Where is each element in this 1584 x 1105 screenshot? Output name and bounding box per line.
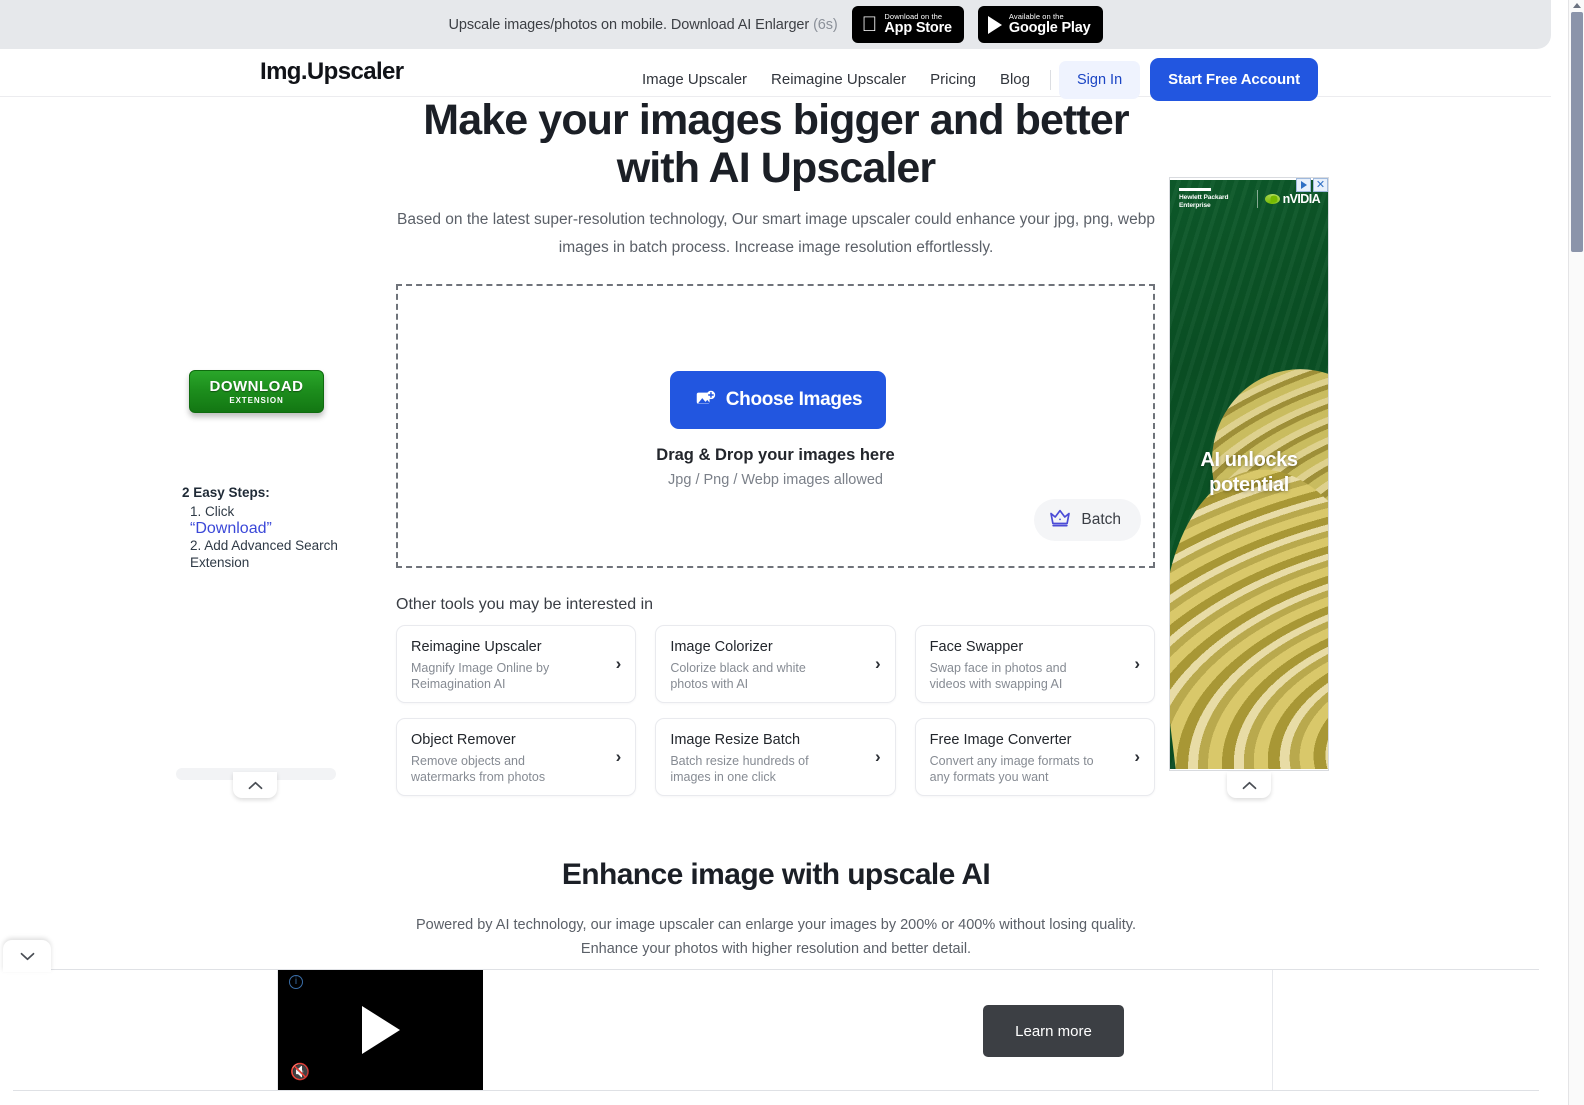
tool-desc: Remove objects and watermarks from photo… — [411, 754, 546, 784]
choose-images-button[interactable]: Choose Images — [670, 371, 886, 429]
step-1-text: 1. Click — [190, 504, 235, 519]
tool-card-image-colorizer[interactable]: Image Colorizer Colorize black and white… — [655, 625, 896, 703]
start-free-account-button[interactable]: Start Free Account — [1150, 58, 1318, 101]
page-subtitle: Based on the latest super-resolution tec… — [397, 211, 1155, 256]
right-ad-controls: ✕ — [1296, 178, 1328, 192]
close-icon[interactable]: ✕ — [1313, 178, 1328, 192]
extension-steps: 2 Easy Steps: 1. Click “Download” 2. Add… — [182, 484, 352, 571]
app-store-big: App Store — [876, 19, 952, 36]
google-play-icon — [987, 15, 1002, 34]
tool-desc: Colorize black and white photos with AI — [670, 661, 806, 691]
right-ad-creative[interactable]: Hewlett Packard Enterprise nVIDIA AI unl… — [1170, 180, 1328, 769]
tool-desc: Swap face in photos and videos with swap… — [929, 661, 1067, 691]
tool-card-image-resize-batch[interactable]: Image Resize Batch Batch resize hundreds… — [655, 718, 896, 796]
tool-desc: Magnify Image Online by Reimagination AI — [411, 661, 550, 691]
choose-images-label: Choose Images — [725, 389, 863, 410]
collapse-left-ad-button[interactable] — [233, 772, 277, 798]
nav-item-pricing[interactable]: Pricing — [918, 65, 988, 95]
other-tools-heading: Other tools you may be interested in — [396, 596, 654, 613]
step-1: 1. Click “Download” — [182, 503, 352, 537]
download-extension-button[interactable]: DOWNLOAD EXTENSION — [189, 370, 324, 413]
batch-label: Batch — [1081, 511, 1121, 528]
step-2: 2. Add Advanced Search Extension — [190, 538, 338, 570]
play-icon[interactable] — [361, 1006, 400, 1054]
tool-card-object-remover[interactable]: Object Remover Remove objects and waterm… — [396, 718, 637, 796]
drag-drop-text: Drag & Drop your images here — [656, 446, 895, 464]
promo-banner: Upscale images/photos on mobile. Downloa… — [0, 0, 1551, 49]
chevron-right-icon: › — [1134, 654, 1140, 673]
scroll-up-arrow-icon[interactable] — [1573, 3, 1581, 8]
tool-card-free-image-converter[interactable]: Free Image Converter Convert any image f… — [914, 718, 1155, 796]
ad-info-icon[interactable]: i — [289, 975, 303, 989]
scrollbar-thumb[interactable] — [1571, 12, 1583, 252]
nav-divider — [1050, 69, 1051, 90]
chevron-right-icon: › — [874, 654, 881, 673]
learn-more-button[interactable]: Learn more — [983, 1005, 1124, 1057]
chevron-right-icon: › — [1134, 747, 1140, 766]
tool-card-reimagine-upscaler[interactable]: Reimagine Upscaler Magnify Image Online … — [396, 625, 637, 703]
tool-title: Object Remover — [411, 732, 516, 748]
extension-label: EXTENSION — [229, 396, 284, 405]
other-tools-grid: Reimagine Upscaler Magnify Image Online … — [396, 625, 1155, 796]
collapse-bottom-ad-button[interactable] — [3, 940, 51, 972]
chevron-right-icon: › — [615, 747, 622, 766]
image-dropzone[interactable]: Choose Images Drag & Drop your images he… — [396, 284, 1155, 568]
browser-viewport: Upscale images/photos on mobile. Downloa… — [0, 0, 1584, 1105]
nav-item-blog[interactable]: Blog — [988, 65, 1042, 95]
nav-item-image-upscaler[interactable]: Image Upscaler — [630, 65, 759, 95]
collapse-right-ad-button[interactable] — [1227, 772, 1271, 798]
app-store-badge[interactable]:  Download on the App Store — [851, 6, 964, 43]
tool-title: Free Image Converter — [929, 732, 1072, 748]
chevron-right-icon: › — [615, 654, 622, 673]
extension-ad-panel: DOWNLOAD EXTENSION 2 Easy Steps: 1. Clic… — [176, 370, 352, 790]
nav-item-reimagine-upscaler[interactable]: Reimagine Upscaler — [759, 65, 918, 95]
google-play-big: Google Play — [1001, 19, 1091, 36]
step-1-link[interactable]: “Download” — [190, 520, 272, 537]
tool-desc: Batch resize hundreds of images in one c… — [670, 754, 809, 784]
tool-title: Face Swapper — [929, 639, 1024, 655]
nvidia-eye-icon — [1264, 193, 1280, 204]
batch-button[interactable]: Batch — [1034, 499, 1141, 541]
page-title: Make your images bigger and better with … — [423, 96, 1129, 192]
adchoices-icon[interactable] — [1296, 178, 1311, 192]
page-scrollbar[interactable] — [1568, 0, 1584, 1105]
promo-countdown: (6s) — [813, 16, 838, 33]
tool-title: Image Resize Batch — [670, 732, 801, 748]
sign-in-button[interactable]: Sign In — [1059, 60, 1141, 99]
image-add-icon — [694, 389, 716, 411]
mute-icon[interactable]: 🔇 — [290, 1062, 310, 1082]
crown-icon — [1048, 508, 1072, 533]
hpe-logo: Hewlett Packard Enterprise — [1179, 188, 1250, 209]
bottom-ad-bar: 🔇 Learn more i — [13, 969, 1539, 1091]
bottom-ad-creative[interactable]: 🔇 Learn more — [277, 970, 1273, 1090]
main-nav: Image Upscaler Reimagine Upscaler Pricin… — [630, 58, 1318, 101]
apple-icon:  — [862, 14, 878, 35]
tool-title: Reimagine Upscaler — [411, 639, 542, 655]
promo-text: Upscale images/photos on mobile. Downloa… — [448, 16, 838, 33]
nvidia-logo: nVIDIA — [1264, 192, 1321, 206]
logo-divider — [1256, 189, 1258, 208]
tool-desc: Convert any image formats to any formats… — [929, 754, 1094, 784]
steps-heading: 2 Easy Steps: — [182, 485, 270, 500]
site-logo[interactable]: Img.Upscaler — [260, 58, 404, 86]
tool-title: Image Colorizer — [670, 639, 773, 655]
section-subtitle: Powered by AI technology, our image upsc… — [415, 917, 1137, 957]
section-title: Enhance image with upscale AI — [561, 858, 991, 891]
google-play-badge[interactable]: Available on the Google Play — [977, 6, 1103, 43]
ad-headline: AI unlocks potential — [1200, 449, 1298, 496]
download-label: DOWNLOAD — [209, 378, 304, 395]
chevron-right-icon: › — [874, 747, 881, 766]
tool-card-face-swapper[interactable]: Face Swapper Swap face in photos and vid… — [914, 625, 1155, 703]
allowed-formats-text: Jpg / Png / Webp images allowed — [668, 472, 883, 488]
video-player[interactable]: 🔇 — [278, 970, 483, 1090]
